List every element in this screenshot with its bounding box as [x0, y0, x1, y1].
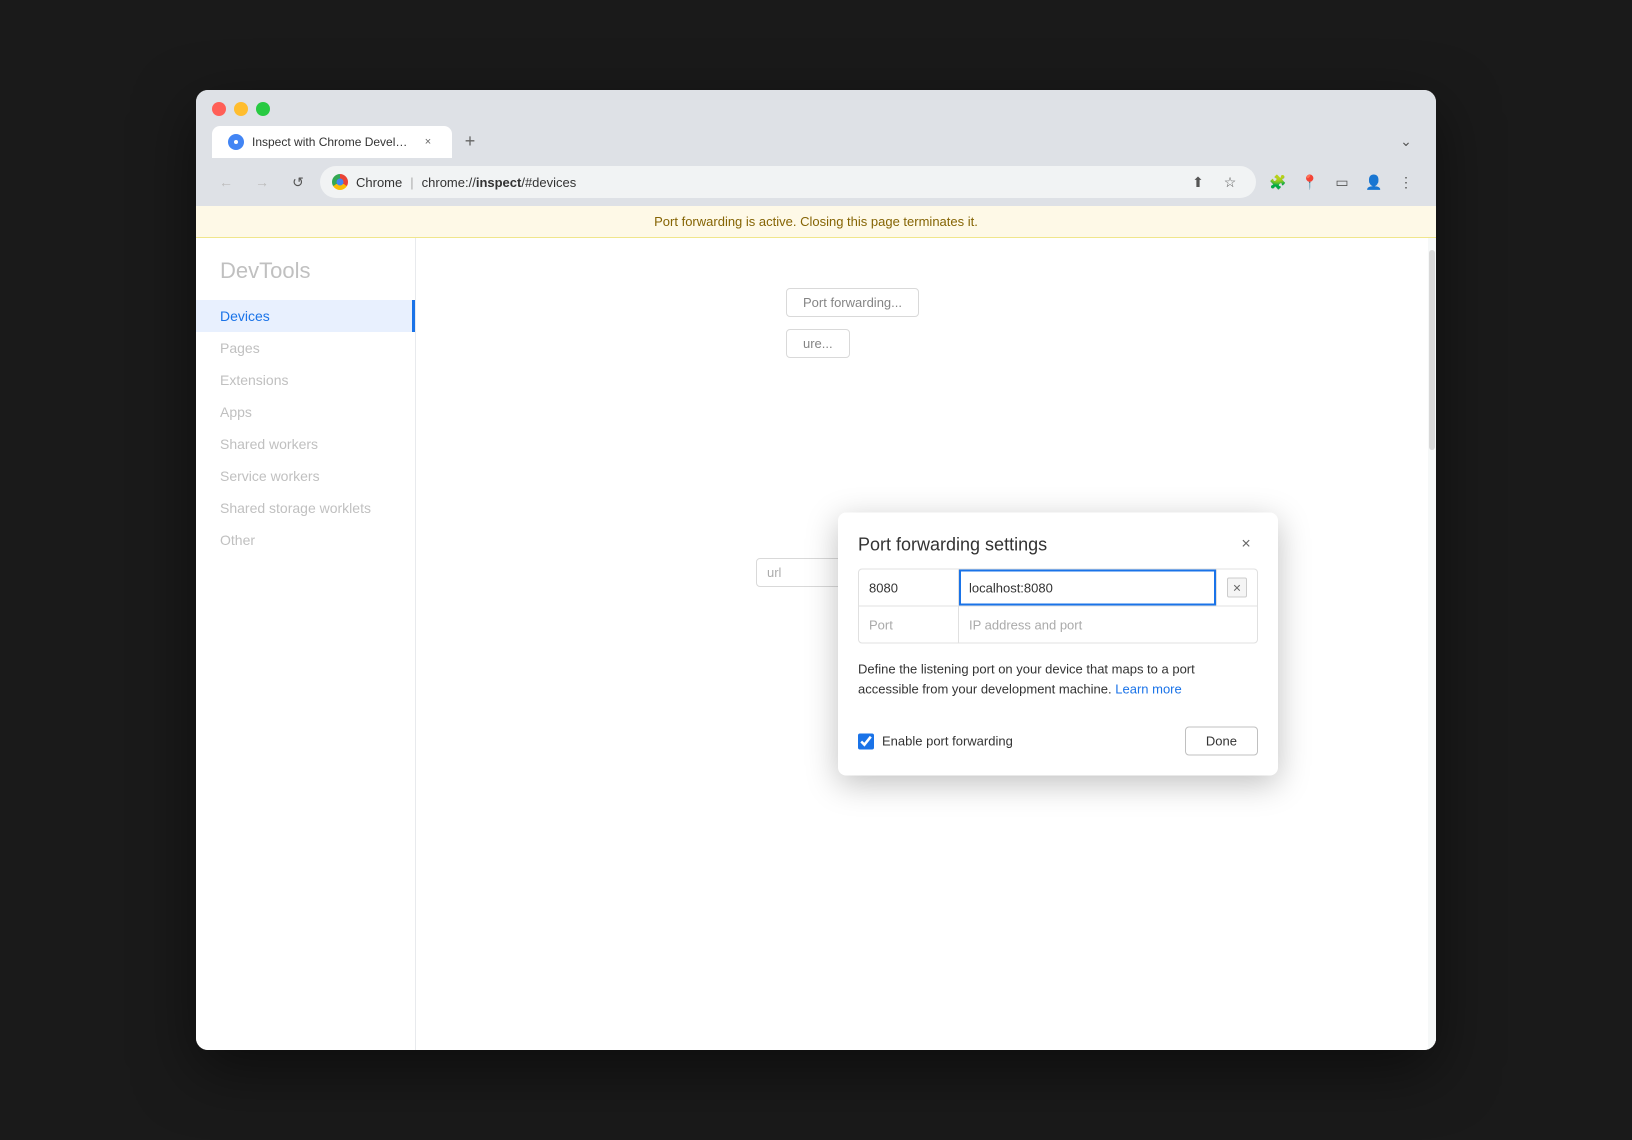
port-input[interactable]	[859, 570, 958, 606]
url-bold: inspect	[476, 175, 522, 190]
toolbar-icons: 🧩 📍 ▭ 👤 ⋮	[1264, 168, 1420, 196]
main-content: DevTools Devices Pages Extensions Apps S…	[196, 238, 1436, 1050]
extensions-icon[interactable]: 🧩	[1264, 168, 1292, 196]
address-placeholder-cell: IP address and port	[959, 607, 1257, 643]
refresh-button[interactable]: ↺	[284, 168, 312, 196]
sidebar-item-service-workers-label: Service workers	[220, 468, 320, 484]
tab-close-button[interactable]: ×	[420, 134, 436, 150]
address-url: chrome://inspect/#devices	[422, 175, 577, 190]
minimize-window-button[interactable]	[234, 102, 248, 116]
sidebar: DevTools Devices Pages Extensions Apps S…	[196, 238, 416, 1050]
url-end: /#devices	[521, 175, 576, 190]
tabs-row: Inspect with Chrome Develope × + ⌄	[212, 126, 1420, 158]
profile-icon[interactable]: 👤	[1360, 168, 1388, 196]
done-button[interactable]: Done	[1185, 727, 1258, 756]
sidebar-item-apps[interactable]: Apps	[196, 396, 415, 428]
sidebar-item-devices-label: Devices	[220, 308, 270, 324]
share-icon[interactable]: ⬆	[1184, 168, 1212, 196]
maximize-window-button[interactable]	[256, 102, 270, 116]
sidebar-item-shared-storage-label: Shared storage worklets	[220, 500, 371, 516]
sidebar-item-devices[interactable]: Devices	[196, 300, 415, 332]
sidebar-item-other-label: Other	[220, 532, 255, 548]
port-forwarding-row: ×	[859, 570, 1257, 607]
address-brand: Chrome	[356, 175, 402, 190]
port-forwarding-modal: Port forwarding settings ×	[838, 513, 1278, 776]
active-tab[interactable]: Inspect with Chrome Develope ×	[212, 126, 452, 158]
modal-description: Define the listening port on your device…	[858, 660, 1258, 699]
sidebar-item-pages-label: Pages	[220, 340, 260, 356]
tab-favicon	[228, 134, 244, 150]
sidebar-item-extensions-label: Extensions	[220, 372, 288, 388]
new-tab-button[interactable]: +	[456, 127, 484, 155]
menu-icon[interactable]: ⋮	[1392, 168, 1420, 196]
sidebar-item-shared-storage[interactable]: Shared storage worklets	[196, 492, 415, 524]
split-icon[interactable]: ▭	[1328, 168, 1356, 196]
port-forwarding-table: × Port IP address and port	[858, 569, 1258, 644]
sidebar-item-shared-workers-label: Shared workers	[220, 436, 318, 452]
traffic-lights	[212, 102, 1420, 116]
sidebar-item-other[interactable]: Other	[196, 524, 415, 556]
port-placeholder-cell: Port	[859, 607, 959, 643]
modal-title: Port forwarding settings	[858, 534, 1047, 555]
tab-menu-button[interactable]: ⌄	[1392, 127, 1420, 155]
delete-row-button[interactable]: ×	[1227, 578, 1247, 598]
port-cell	[859, 570, 959, 606]
notification-banner: Port forwarding is active. Closing this …	[196, 206, 1436, 238]
modal-header: Port forwarding settings ×	[838, 513, 1278, 569]
delete-cell: ×	[1217, 570, 1257, 606]
notification-text: Port forwarding is active. Closing this …	[654, 214, 978, 229]
modal-footer: Enable port forwarding Done	[838, 715, 1278, 776]
port-placeholder-text: Port	[859, 607, 958, 643]
title-bar: Inspect with Chrome Develope × + ⌄	[196, 90, 1436, 158]
enable-port-forwarding-label: Enable port forwarding	[858, 733, 1173, 749]
sidebar-item-service-workers[interactable]: Service workers	[196, 460, 415, 492]
port-forwarding-placeholder-row: Port IP address and port	[859, 607, 1257, 643]
bookmark-icon[interactable]: ☆	[1216, 168, 1244, 196]
tab-title: Inspect with Chrome Develope	[252, 135, 412, 149]
close-window-button[interactable]	[212, 102, 226, 116]
chrome-logo-icon	[332, 174, 348, 190]
sidebar-item-extensions[interactable]: Extensions	[196, 364, 415, 396]
sidebar-title: DevTools	[196, 258, 415, 300]
modal-body: × Port IP address and port	[838, 569, 1278, 699]
sidebar-item-apps-label: Apps	[220, 404, 252, 420]
address-placeholder-text: IP address and port	[959, 607, 1257, 643]
extension-active-icon[interactable]: 📍	[1296, 168, 1324, 196]
checkbox-label-text: Enable port forwarding	[882, 734, 1013, 749]
enable-port-forwarding-checkbox[interactable]	[858, 733, 874, 749]
sidebar-item-pages[interactable]: Pages	[196, 332, 415, 364]
nav-bar: ← → ↺ Chrome | chrome://inspect/#devices…	[196, 158, 1436, 206]
forward-button[interactable]: →	[248, 168, 276, 196]
address-bar[interactable]: Chrome | chrome://inspect/#devices ⬆ ☆	[320, 166, 1256, 198]
address-divider: |	[410, 175, 413, 190]
browser-window: Inspect with Chrome Develope × + ⌄ ← → ↺…	[196, 90, 1436, 1050]
address-input[interactable]	[959, 570, 1216, 606]
url-start: chrome://	[422, 175, 476, 190]
sidebar-item-shared-workers[interactable]: Shared workers	[196, 428, 415, 460]
address-cell	[959, 570, 1217, 606]
modal-close-button[interactable]: ×	[1234, 533, 1258, 557]
learn-more-link[interactable]: Learn more	[1115, 681, 1181, 696]
address-bar-actions: ⬆ ☆	[1184, 168, 1244, 196]
back-button[interactable]: ←	[212, 168, 240, 196]
content-area: Port forwarding... ure... Open ℹ Port fo…	[416, 238, 1436, 1050]
